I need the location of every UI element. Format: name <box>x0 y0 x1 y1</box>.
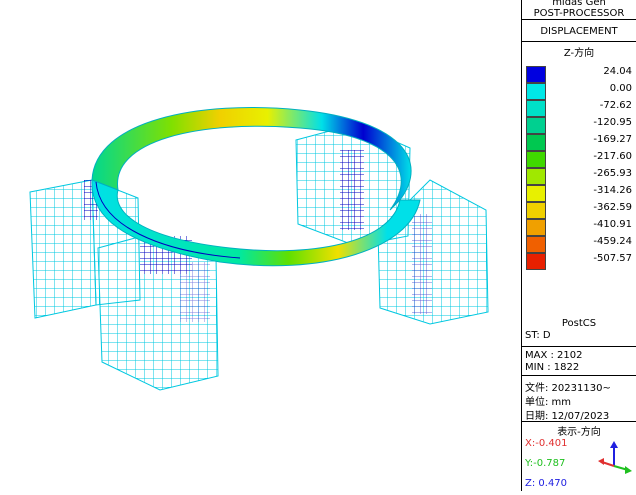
stage-name: PostCS <box>561 318 597 329</box>
app-name: midas Gen <box>552 0 606 8</box>
legend-swatch <box>526 100 546 117</box>
legend-value: -459.24 <box>593 236 632 247</box>
legend-value: -217.60 <box>593 151 632 162</box>
legend-swatch <box>526 117 546 134</box>
legend-row: -410.91 <box>526 219 636 236</box>
component-label: Z-方向 <box>563 48 595 59</box>
legend-swatch <box>526 202 546 219</box>
legend-row: -265.93 <box>526 168 636 185</box>
axis-triad-icon <box>598 441 632 474</box>
legend-value: -410.91 <box>593 219 632 230</box>
stage-label: ST: D <box>522 330 636 347</box>
contour-legend: 24.04 0.00 -72.62 -120.95 -169.27 -217.60 -265… <box>526 66 636 270</box>
legend-swatch <box>526 151 546 168</box>
legend-value: 24.04 <box>603 66 632 77</box>
max-label: MAX : 2102 <box>525 350 583 361</box>
legend-swatch <box>526 83 546 100</box>
model-viewport[interactable] <box>0 0 520 491</box>
min-label: MIN : 1822 <box>522 362 636 376</box>
legend-row: -362.59 <box>526 202 636 219</box>
legend-value: -507.57 <box>593 253 632 264</box>
file-label: 文件: 20231130~ <box>525 383 611 394</box>
legend-value: -314.26 <box>593 185 632 196</box>
unit-label: 单位: mm <box>525 397 572 408</box>
legend-row: -217.60 <box>526 151 636 168</box>
legend-value: -120.95 <box>593 117 632 128</box>
structure-model <box>29 107 489 391</box>
legend-swatch <box>526 219 546 236</box>
legend-swatch <box>526 236 546 253</box>
legend-swatch <box>526 134 546 151</box>
module-name: POST-PROCESSOR <box>522 8 636 20</box>
legend-swatch <box>526 253 546 270</box>
legend-value: -72.62 <box>599 100 632 111</box>
result-panel: midas Gen POST-PROCESSOR DISPLACEMENT Z-… <box>521 0 636 491</box>
legend-value: -169.27 <box>593 134 632 145</box>
legend-row: -120.95 <box>526 117 636 134</box>
legend-row: -72.62 <box>526 100 636 117</box>
legend-row: -459.24 <box>526 236 636 253</box>
legend-row: -314.26 <box>526 185 636 202</box>
axis-y-value: Y:-0.787 <box>525 458 566 469</box>
view-direction-label: 表示-方向 <box>557 427 601 438</box>
legend-row: -507.57 <box>526 253 636 270</box>
legend-value: -362.59 <box>593 202 632 213</box>
axis-x-value: X:-0.401 <box>525 438 568 449</box>
axis-z-value: Z: 0.470 <box>525 478 568 489</box>
legend-row: 0.00 <box>526 83 636 100</box>
legend-value: 0.00 <box>609 83 632 94</box>
legend-swatch <box>526 185 546 202</box>
legend-value: -265.93 <box>593 168 632 179</box>
date-label: 日期: 12/07/2023 <box>522 407 636 422</box>
legend-swatch <box>526 66 546 83</box>
result-type: DISPLACEMENT <box>522 20 636 42</box>
legend-row: -169.27 <box>526 134 636 151</box>
legend-swatch <box>526 168 546 185</box>
legend-row: 24.04 <box>526 66 636 83</box>
